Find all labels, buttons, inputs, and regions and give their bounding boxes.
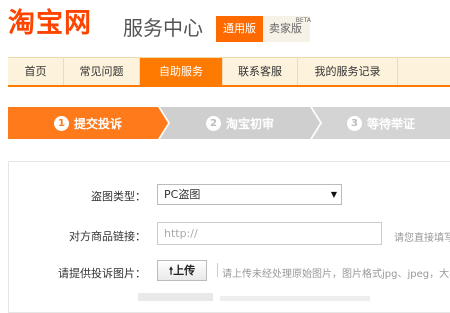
nav-item-contact[interactable]: 联系客服: [223, 58, 298, 85]
seller-version-tab[interactable]: 卖家版 BETA: [263, 16, 311, 42]
upload-hint: 请上传未经处理原始图片，图片格式jpg、jpeg，大小不: [222, 269, 450, 280]
step-await-evidence: 3 等待举证: [312, 107, 450, 139]
theft-type-label: 盗图类型：: [91, 190, 146, 203]
nav-item-home[interactable]: 首页: [8, 58, 64, 85]
step-label: 提交投诉: [73, 116, 122, 131]
divider: [217, 263, 218, 277]
step-submit: 1 提交投诉: [8, 107, 168, 139]
nav-item-self-service[interactable]: 自助服务: [140, 58, 223, 85]
upload-button-label: 上传: [173, 264, 196, 277]
next-field-placeholder: [220, 296, 370, 301]
beta-badge: BETA: [295, 17, 311, 24]
step-label: 淘宝初审: [225, 116, 274, 131]
product-link-label: 对方商品链接：: [69, 230, 146, 243]
nav-item-records[interactable]: 我的服务记录: [298, 58, 398, 85]
version-switch: 通用版 卖家版 BETA: [216, 16, 311, 42]
upload-button[interactable]: 🠕上传: [157, 260, 207, 281]
progress-steps: 1 提交投诉 2 淘宝初审 3 等待举证: [8, 107, 450, 139]
complaint-image-label: 请提供投诉图片：: [58, 267, 146, 280]
site-title: 服务中心: [123, 16, 203, 40]
header: 淘宝网 服务中心 通用版 卖家版 BETA: [0, 0, 450, 57]
step-number: 1: [53, 115, 69, 131]
step-initial-review: 2 淘宝初审: [160, 107, 320, 139]
theft-type-select[interactable]: PC盗图 ▼: [157, 184, 342, 205]
product-link-input[interactable]: http://: [157, 222, 382, 245]
step-label: 等待举证: [366, 116, 415, 131]
step-number: 3: [346, 115, 362, 131]
dropdown-arrow-icon: ▼: [330, 190, 337, 199]
nav-item-faq[interactable]: 常见问题: [64, 58, 140, 85]
main-nav: 首页 常见问题 自助服务 联系客服 我的服务记录: [8, 57, 450, 87]
theft-type-value: PC盗图: [164, 188, 201, 201]
taobao-logo[interactable]: 淘宝网: [8, 8, 92, 40]
general-version-tab[interactable]: 通用版: [216, 16, 263, 42]
step-number: 2: [205, 115, 221, 131]
product-link-hint: 请您直接填写: [394, 233, 450, 244]
